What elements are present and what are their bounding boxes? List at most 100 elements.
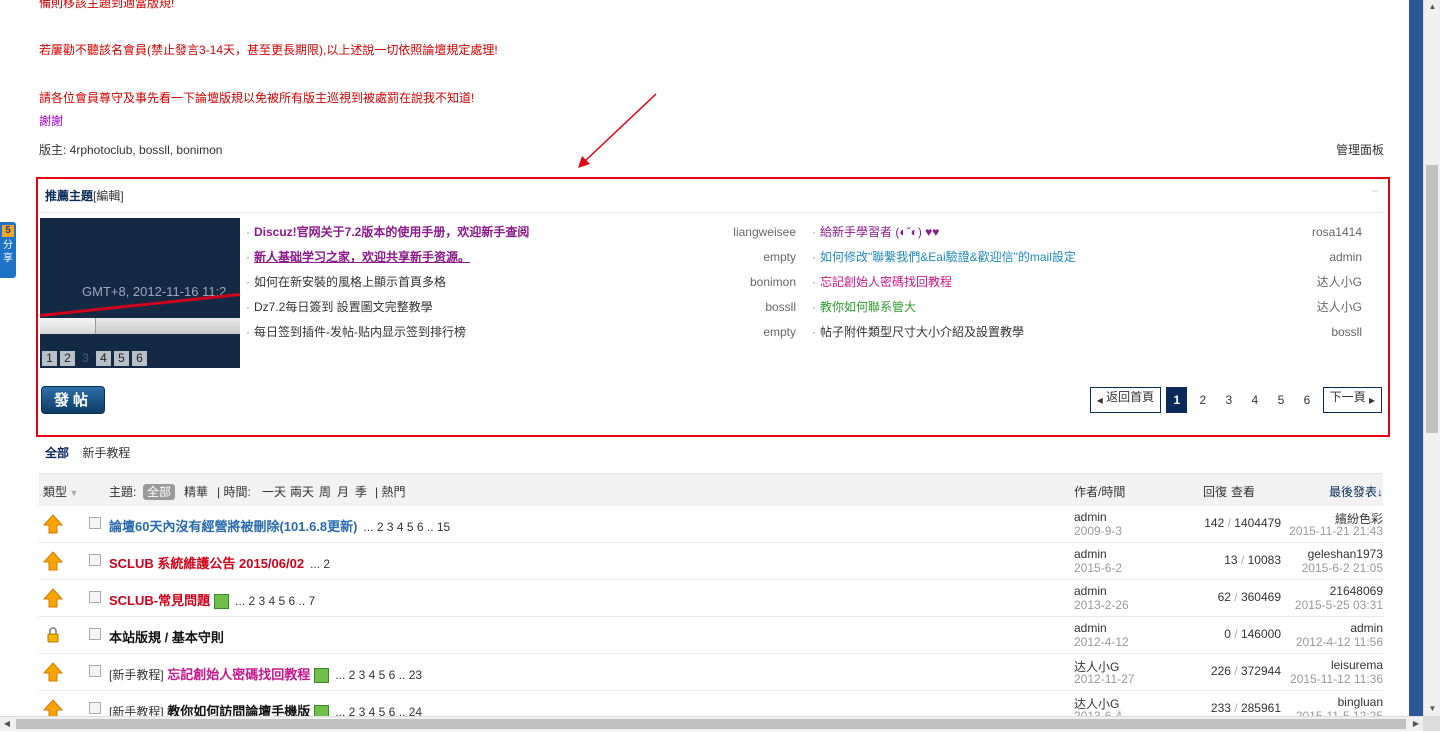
page-link[interactable]: 6	[1297, 387, 1318, 413]
page-link[interactable]: 5	[1271, 387, 1292, 413]
page-link[interactable]: 3	[1219, 387, 1240, 413]
slideshow[interactable]: GMT+8, 2012-11-16 11:2 123456	[40, 218, 240, 368]
collapse-icon[interactable]: –	[1371, 183, 1378, 197]
sticky-up-arrow-icon	[43, 588, 63, 608]
thread-author[interactable]: admin	[1074, 510, 1107, 524]
tab-newbie[interactable]: 新手教程	[82, 446, 130, 460]
recommended-author[interactable]: bonimon	[750, 273, 796, 291]
tab-all[interactable]: 全部	[45, 446, 69, 460]
recommended-topic-link[interactable]: 新人基础学习之家，欢迎共享新手资源。	[254, 250, 470, 264]
thread-author[interactable]: admin	[1074, 584, 1107, 598]
thread-pages[interactable]: ... 2 3 4 5 6 .. 7	[235, 594, 315, 608]
last-post-time[interactable]: 2012-4-12 11:56	[1296, 635, 1383, 649]
thread-pages[interactable]: ... 2 3 4 5 6 .. 23	[335, 668, 422, 682]
vertical-scroll-thumb[interactable]	[1426, 165, 1438, 433]
last-poster[interactable]: bingluan	[1338, 695, 1383, 709]
thread-checkbox[interactable]	[89, 628, 101, 640]
thread-title-link[interactable]: 論壇60天內沒有經營將被刪除(101.6.8更新)	[109, 519, 358, 534]
slide-num[interactable]: 1	[42, 351, 57, 366]
thread-checkbox[interactable]	[89, 665, 101, 677]
thread-date: 2015-6-2	[1074, 561, 1123, 575]
vertical-scrollbar[interactable]: ▲ ▼	[1423, 0, 1440, 716]
recommended-author[interactable]: admin	[1329, 248, 1362, 266]
last-post-time[interactable]: 2015-5-25 03:31	[1295, 598, 1383, 612]
thread-title-cell: SCLUB 系統維護公告 2015/06/02 ... 2	[109, 553, 330, 572]
recommended-topic-link[interactable]: Dz7.2每日簽到 設置圖文完整教學	[254, 300, 433, 314]
recommended-author[interactable]: 达人小G	[1317, 273, 1362, 291]
horizontal-scroll-thumb[interactable]	[16, 719, 1406, 729]
filter-digest[interactable]: 精華	[184, 483, 208, 500]
scroll-right-icon[interactable]: ▶	[1409, 717, 1423, 732]
last-poster[interactable]: 21648069	[1330, 584, 1383, 598]
thread-author[interactable]: admin	[1074, 547, 1107, 561]
last-poster[interactable]: leisurema	[1331, 658, 1383, 672]
recommended-topic-link[interactable]: Discuz!官网关于7.2版本的使用手册，欢迎新手查阅	[254, 225, 529, 239]
view-header[interactable]: 查看	[1231, 483, 1255, 500]
last-poster[interactable]: geleshan1973	[1308, 547, 1383, 561]
recommended-topic-link[interactable]: 如何修改"聯繫我們&Eai驗證&歡迎信"的mail設定	[820, 250, 1076, 264]
page-link[interactable]: 2	[1192, 387, 1213, 413]
recommended-author[interactable]: liangweisee	[733, 223, 796, 241]
last-post-time[interactable]: 2015-6-2 21:05	[1302, 561, 1383, 575]
thread-prefix[interactable]: [新手教程]	[109, 668, 164, 682]
thread-title-link[interactable]: 教你如何訪問論壇手機版	[167, 704, 310, 716]
scroll-down-icon[interactable]: ▼	[1424, 702, 1440, 716]
last-post-time[interactable]: 2015-11-5 12:25	[1296, 709, 1383, 716]
recommended-author[interactable]: empty	[763, 248, 796, 266]
type-filter[interactable]: 類型 ▼	[43, 483, 78, 500]
recommended-topic-link[interactable]: 教你如何聯系管大	[820, 300, 916, 314]
recommended-topic-link[interactable]: 帖子附件類型尺寸大小介紹及設置教學	[820, 325, 1024, 339]
time-week[interactable]: 周	[319, 483, 331, 500]
recommended-author[interactable]: empty	[763, 323, 796, 341]
time-1day[interactable]: 一天	[262, 483, 286, 500]
last-post-time[interactable]: 2015-11-12 11:36	[1290, 672, 1383, 686]
thread-title-link[interactable]: SCLUB 系統維護公告 2015/06/02	[109, 556, 304, 571]
scroll-left-icon[interactable]: ◀	[0, 717, 14, 732]
reply-header[interactable]: 回復	[1203, 483, 1227, 500]
recommended-author[interactable]: rosa1414	[1312, 223, 1362, 241]
time-season[interactable]: 季	[355, 483, 367, 500]
recommended-author[interactable]: bossll	[765, 298, 796, 316]
recommended-topic-link[interactable]: 忘記創始人密碼找回教程	[820, 275, 952, 289]
slide-num[interactable]: 2	[60, 351, 75, 366]
horizontal-scrollbar[interactable]: ◀ ▶	[0, 716, 1423, 731]
time-2day[interactable]: 兩天	[290, 483, 314, 500]
recommended-edit-link[interactable]: [編輯]	[93, 189, 124, 203]
slide-num[interactable]: 5	[114, 351, 129, 366]
thread-title-link[interactable]: 忘記創始人密碼找回教程	[167, 667, 310, 682]
last-post-time[interactable]: 2015-11-21 21:43	[1289, 524, 1383, 538]
filter-hot[interactable]: | 熱門	[375, 483, 405, 500]
thread-author[interactable]: admin	[1074, 621, 1107, 635]
new-post-button[interactable]: 發帖	[41, 386, 105, 414]
page-current[interactable]: 1	[1166, 387, 1188, 413]
thread-prefix[interactable]: [新手教程]	[109, 705, 164, 716]
back-home-button[interactable]: ◂ 返回首頁	[1089, 387, 1162, 413]
page-link[interactable]: 4	[1245, 387, 1266, 413]
thread-pages[interactable]: ... 2 3 4 5 6 .. 24	[335, 705, 422, 716]
slide-num[interactable]: 6	[132, 351, 147, 366]
share-widget[interactable]: 5 分 享	[0, 222, 16, 278]
rule-partial: 備則移該主題到適當版規!	[39, 0, 175, 10]
thread-checkbox[interactable]	[89, 517, 101, 529]
admin-panel-link[interactable]: 管理面板	[1336, 141, 1384, 158]
thread-checkbox[interactable]	[89, 591, 101, 603]
scroll-up-icon[interactable]: ▲	[1424, 0, 1440, 14]
recommended-topic-link[interactable]: 如何在新安裝的風格上顯示首頁多格	[254, 275, 446, 289]
recommended-author[interactable]: bossll	[1331, 323, 1362, 341]
thread-pages[interactable]: ... 2	[310, 557, 330, 571]
thread-checkbox[interactable]	[89, 554, 101, 566]
last-post-header[interactable]: 最後發表↓	[1329, 483, 1383, 500]
slide-num-active[interactable]: 3	[78, 351, 93, 366]
thread-title-link[interactable]: SCLUB-常見問題	[109, 593, 210, 608]
thread-pages[interactable]: ... 2 3 4 5 6 .. 15	[364, 520, 451, 534]
thread-title-link[interactable]: 本站版規 / 基本守則	[109, 630, 224, 645]
last-poster[interactable]: admin	[1350, 621, 1383, 635]
next-page-button[interactable]: 下一頁 ▸	[1322, 387, 1382, 413]
time-month[interactable]: 月	[337, 483, 349, 500]
recommended-author[interactable]: 达人小G	[1317, 298, 1362, 316]
slide-num[interactable]: 4	[96, 351, 111, 366]
recommended-topic-link[interactable]: 每日签到插件-发帖-贴内显示签到排行榜	[254, 325, 466, 339]
thread-checkbox[interactable]	[89, 702, 101, 714]
recommended-topic-link[interactable]: 給新手學習者 (◐ˇ◐) ♥♥	[820, 225, 939, 239]
filter-all[interactable]: 全部	[143, 483, 176, 500]
